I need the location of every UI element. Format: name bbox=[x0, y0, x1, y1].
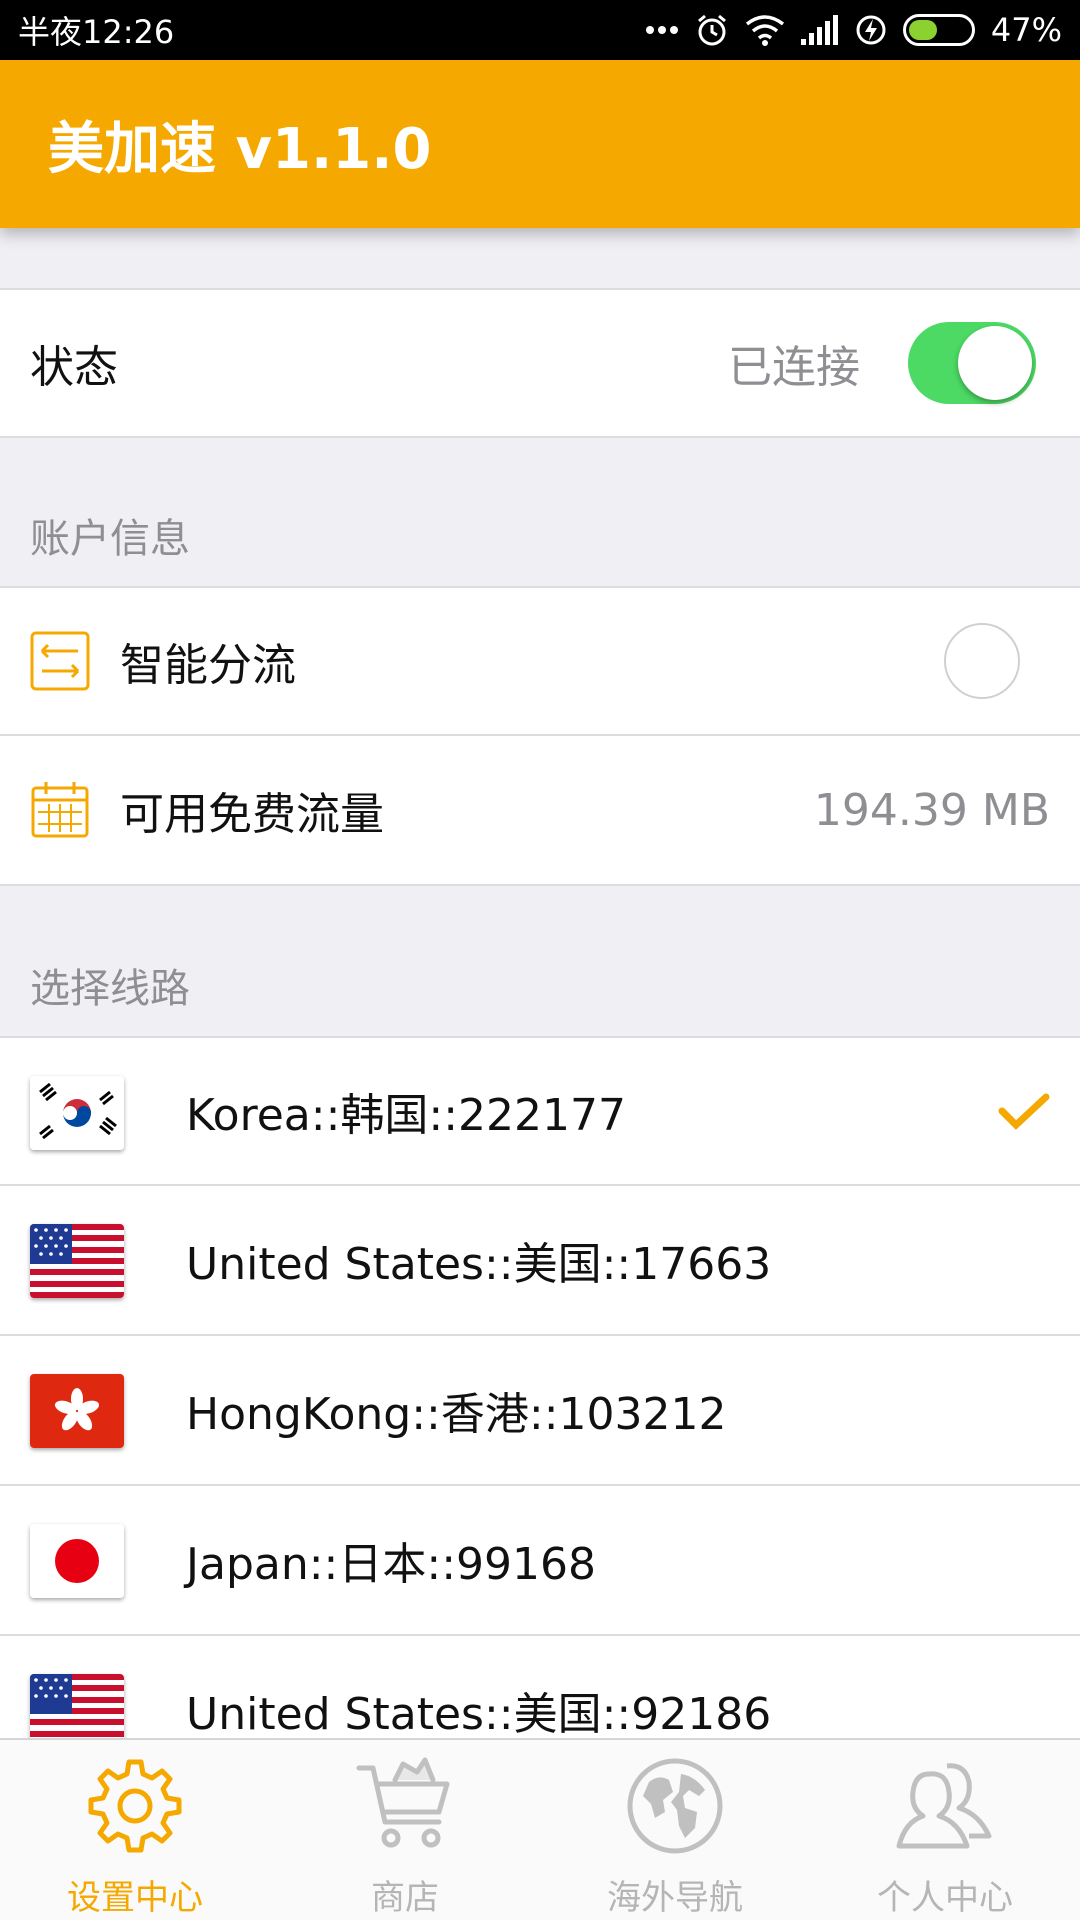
japan-flag-icon bbox=[30, 1524, 124, 1598]
status-label: 状态 bbox=[30, 342, 118, 393]
gear-icon bbox=[88, 1759, 182, 1853]
route-item[interactable]: HongKong::香港::103212 bbox=[0, 1336, 1080, 1486]
settings-content[interactable]: 状态 已连接 账户信息 智能分流 可用免费流量 194.39 MB 选择线路 K… bbox=[0, 228, 1080, 1738]
route-label: United States::美国::92186 bbox=[186, 1689, 772, 1738]
route-item[interactable]: Japan::日本::99168 bbox=[0, 1486, 1080, 1636]
route-label: United States::美国::17663 bbox=[186, 1239, 772, 1290]
app-title: 美加速 v1.1.0 bbox=[48, 116, 432, 182]
status-bar: 半夜12:26 47% bbox=[0, 0, 1080, 60]
route-label: Korea::韩国::222177 bbox=[186, 1090, 626, 1141]
route-item[interactable]: United States::美国::92186 bbox=[0, 1636, 1080, 1738]
battery-percent: 47% bbox=[990, 11, 1062, 49]
route-item[interactable]: United States::美国::17663 bbox=[0, 1186, 1080, 1336]
arrows-exchange-icon bbox=[30, 631, 90, 691]
free-traffic-label: 可用免费流量 bbox=[120, 789, 384, 840]
korea-flag-icon bbox=[30, 1076, 124, 1150]
users-icon bbox=[896, 1763, 992, 1849]
status-time: 半夜12:26 bbox=[18, 13, 175, 51]
tab-store[interactable]: 商店 bbox=[270, 1740, 540, 1920]
more-dots-icon bbox=[645, 26, 678, 34]
smart-split-row[interactable]: 智能分流 bbox=[0, 586, 1080, 736]
connection-toggle[interactable] bbox=[908, 322, 1036, 404]
route-item[interactable]: Korea::韩国::222177 bbox=[0, 1036, 1080, 1186]
tab-personal-center[interactable]: 个人中心 bbox=[810, 1740, 1080, 1920]
connection-status-text: 已连接 bbox=[728, 342, 860, 393]
checkmark-icon bbox=[998, 1093, 1050, 1130]
toggle-knob bbox=[958, 326, 1032, 400]
tab-overseas-navigation[interactable]: 海外导航 bbox=[540, 1740, 810, 1920]
free-traffic-row: 可用免费流量 194.39 MB bbox=[0, 736, 1080, 886]
globe-icon bbox=[627, 1758, 723, 1854]
free-traffic-value: 194.39 MB bbox=[813, 784, 1050, 836]
hongkong-flag-icon bbox=[30, 1374, 124, 1448]
route-label: Japan::日本::99168 bbox=[186, 1539, 596, 1590]
tab-label: 商店 bbox=[371, 1878, 439, 1918]
status-row: 状态 已连接 bbox=[0, 288, 1080, 438]
app-bar: 美加速 v1.1.0 bbox=[0, 60, 1080, 228]
cart-icon bbox=[356, 1757, 450, 1848]
tab-label: 个人中心 bbox=[877, 1878, 1013, 1918]
tab-label: 海外导航 bbox=[607, 1878, 743, 1918]
usa-flag-icon bbox=[30, 1224, 124, 1298]
signal-icon bbox=[800, 15, 838, 45]
battery-icon bbox=[902, 14, 975, 46]
usa-flag-icon bbox=[30, 1674, 124, 1738]
smart-split-radio[interactable] bbox=[944, 623, 1020, 699]
alarm-icon bbox=[697, 14, 726, 46]
bottom-tab-bar: 设置中心 商店 海外导航 个人中心 bbox=[0, 1738, 1080, 1920]
account-section-header: 账户信息 bbox=[30, 516, 190, 562]
routes-section-header: 选择线路 bbox=[30, 966, 190, 1012]
smart-split-label: 智能分流 bbox=[120, 640, 296, 691]
tab-label: 设置中心 bbox=[67, 1878, 203, 1918]
charging-icon bbox=[856, 15, 886, 45]
wifi-icon bbox=[745, 15, 784, 46]
calendar-icon bbox=[31, 782, 89, 838]
route-label: HongKong::香港::103212 bbox=[186, 1389, 727, 1440]
tab-settings-center[interactable]: 设置中心 bbox=[0, 1740, 270, 1920]
